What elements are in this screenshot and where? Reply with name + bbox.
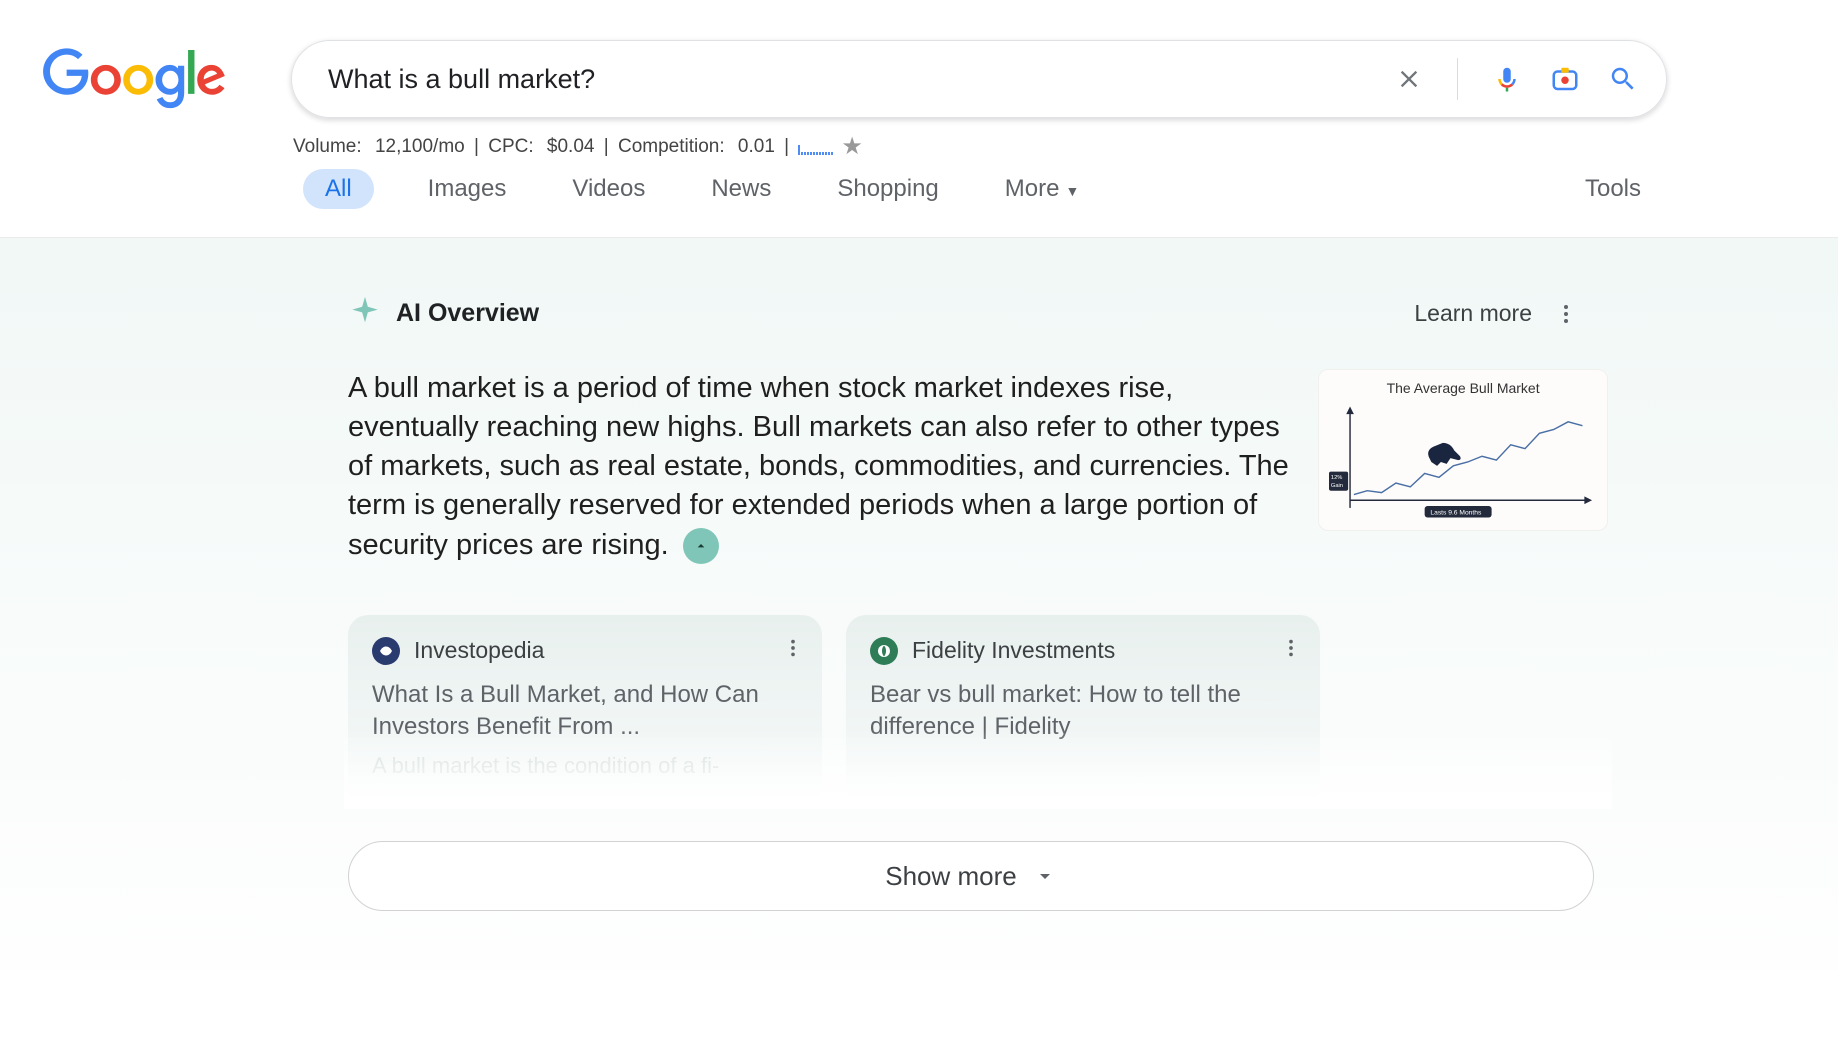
tab-videos[interactable]: Videos	[560, 171, 657, 207]
card-title: Bear vs bull market: How to tell the dif…	[870, 679, 1296, 744]
tab-all[interactable]: All	[303, 169, 374, 209]
search-input[interactable]	[328, 64, 1395, 95]
ai-overview-title: AI Overview	[396, 299, 539, 328]
voice-search-icon[interactable]	[1492, 64, 1522, 94]
image-search-icon[interactable]	[1550, 64, 1580, 94]
google-logo[interactable]	[42, 48, 227, 115]
source-name: Investopedia	[414, 637, 544, 664]
more-options-icon[interactable]	[1554, 302, 1578, 326]
thumb-title: The Average Bull Market	[1329, 380, 1597, 396]
learn-more-link[interactable]: Learn more	[1414, 300, 1532, 327]
card-more-icon[interactable]	[1280, 637, 1302, 664]
tab-images[interactable]: Images	[416, 171, 519, 207]
seo-metrics: Volume: 12,100/mo | CPC: $0.04 | Competi…	[293, 132, 1838, 161]
card-snippet: A bull market is the condition of a fi-	[372, 753, 798, 779]
search-bar	[291, 40, 1667, 118]
ai-overview-text: A bull market is a period of time when s…	[348, 369, 1300, 565]
collapse-button[interactable]	[683, 528, 719, 564]
clear-icon[interactable]	[1395, 65, 1423, 93]
ai-sparkle-icon	[348, 294, 382, 333]
search-icon[interactable]	[1608, 64, 1638, 94]
svg-text:Lasts 9.6 Months: Lasts 9.6 Months	[1431, 510, 1483, 517]
card-more-icon[interactable]	[782, 637, 804, 664]
source-card[interactable]: Investopedia What Is a Bull Market, and …	[348, 615, 822, 808]
trend-sparkline-icon	[798, 139, 833, 155]
source-name: Fidelity Investments	[912, 637, 1115, 664]
svg-text:Gain: Gain	[1331, 483, 1343, 489]
card-title: What Is a Bull Market, and How Can Inves…	[372, 679, 798, 744]
tools-button[interactable]: Tools	[1585, 175, 1641, 203]
tab-more[interactable]: More▼	[993, 171, 1092, 207]
favicon-icon	[372, 637, 400, 665]
chevron-down-icon	[1033, 864, 1057, 888]
show-more-button[interactable]: Show more	[348, 841, 1594, 911]
svg-text:12%: 12%	[1331, 475, 1342, 481]
tab-news[interactable]: News	[699, 171, 783, 207]
source-card[interactable]: Fidelity Investments Bear vs bull market…	[846, 615, 1320, 808]
star-icon[interactable]: ★	[841, 132, 863, 161]
favicon-icon	[870, 637, 898, 665]
tab-shopping[interactable]: Shopping	[825, 171, 950, 207]
ai-overview-image[interactable]: The Average Bull Market 12% Gain Lasts 9…	[1318, 369, 1608, 531]
chevron-down-icon: ▼	[1065, 183, 1079, 199]
chevron-up-icon	[693, 538, 709, 554]
